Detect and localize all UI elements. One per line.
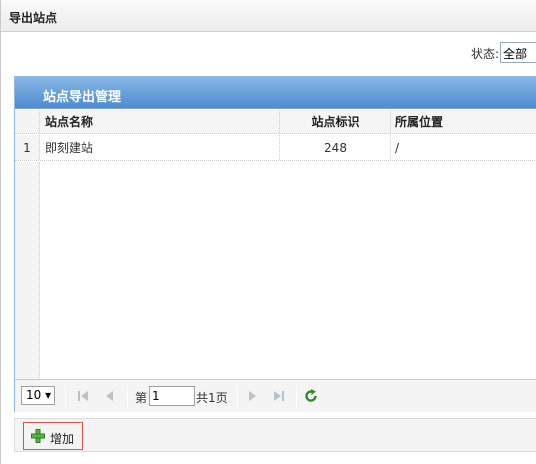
cell-site-id: 248: [281, 135, 391, 160]
status-select[interactable]: 全部: [500, 42, 536, 63]
add-button-label: 增加: [50, 432, 75, 446]
row-number-column-fill: [15, 162, 40, 380]
grid-header-row: 站点名称 站点标识 所属位置: [15, 110, 536, 134]
pager-separator: [127, 386, 128, 407]
cell-site-name: 即刻建站: [41, 135, 280, 160]
next-page-icon[interactable]: [245, 388, 261, 404]
column-header-name[interactable]: 站点名称: [41, 110, 280, 133]
row-number-header: [15, 110, 40, 133]
action-toolbar: 增加: [14, 418, 536, 452]
first-page-icon[interactable]: [75, 388, 91, 404]
row-number: 1: [15, 135, 40, 160]
dialog-title: 导出站点: [9, 11, 58, 25]
panel-title: 站点导出管理: [43, 90, 122, 105]
column-header-id[interactable]: 站点标识: [281, 110, 391, 133]
column-header-location[interactable]: 所属位置: [392, 110, 536, 133]
site-export-grid-panel: 站点导出管理 站点名称 站点标识 所属位置 1 即刻建站 248 / 10 ▾: [14, 76, 536, 412]
pagination-bar: 10 ▾ 第 1 共1页: [15, 379, 536, 412]
add-button[interactable]: 增加: [23, 422, 83, 450]
page-total: 共1页: [196, 391, 228, 405]
page-prefix: 第: [135, 391, 148, 405]
status-label: 状态:: [470, 47, 499, 61]
cell-site-location: /: [395, 141, 400, 155]
add-icon: [31, 429, 45, 446]
page-size-select[interactable]: 10 ▾: [21, 386, 55, 405]
dialog-titlebar[interactable]: 导出站点: [1, 0, 536, 32]
pager-separator: [296, 386, 297, 407]
export-site-dialog: 导出站点 状态: 全部 站点导出管理 站点名称 站点标识 所属位置 1 即刻建站…: [0, 0, 536, 464]
panel-header: 站点导出管理: [15, 77, 536, 109]
last-page-icon[interactable]: [271, 388, 287, 404]
pager-separator: [237, 386, 238, 407]
refresh-icon[interactable]: [303, 388, 319, 404]
table-row[interactable]: 1 即刻建站 248 /: [15, 135, 536, 161]
prev-page-icon[interactable]: [101, 388, 117, 404]
pager-separator: [65, 386, 66, 407]
page-number-input[interactable]: 1: [149, 386, 195, 406]
